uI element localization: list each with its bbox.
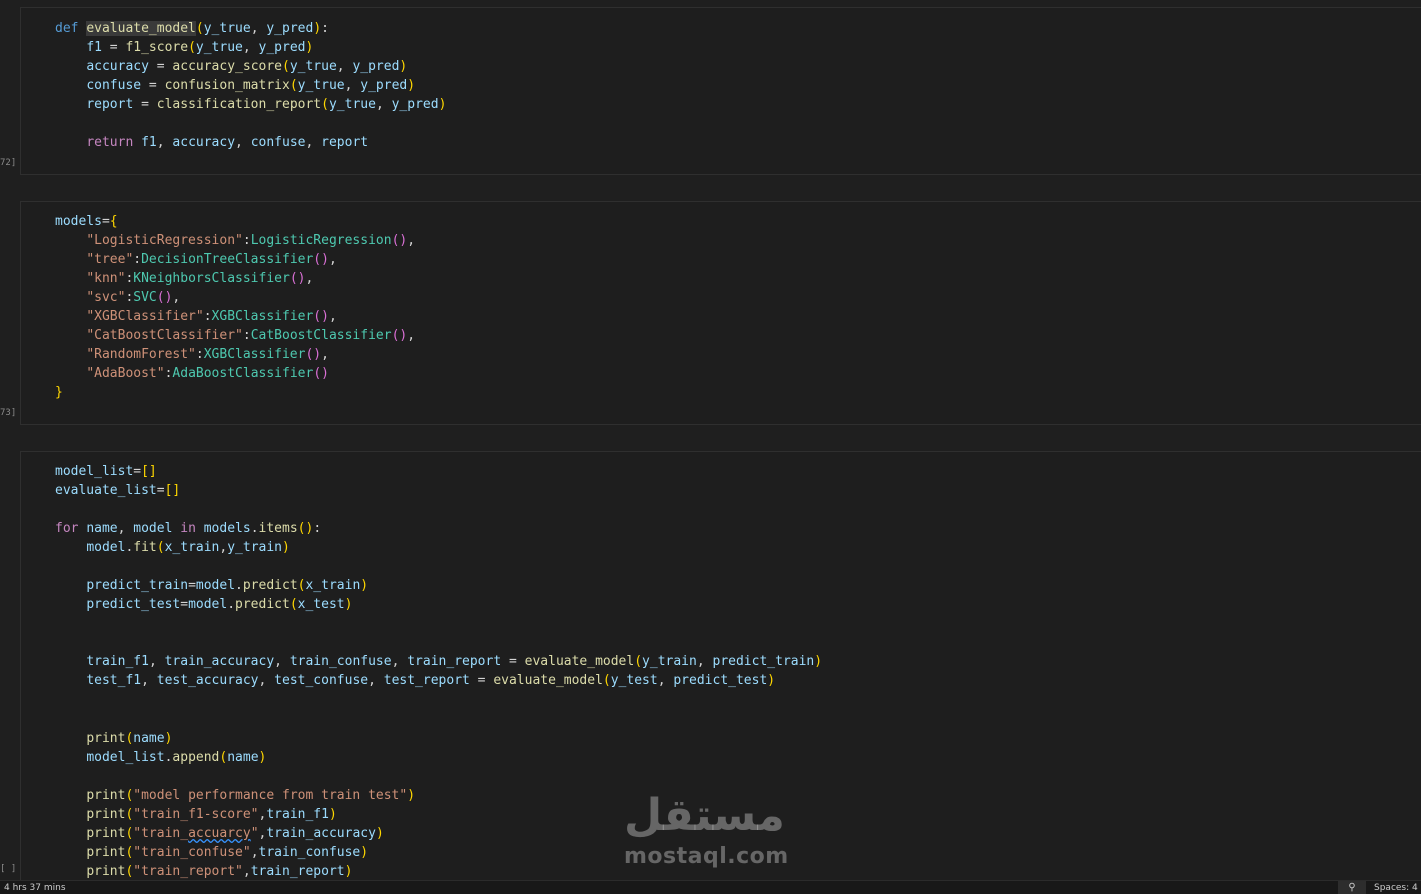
code-line: print("train_report",train_report) [86, 864, 353, 879]
code-line: "RandomForest":XGBClassifier(), [86, 347, 329, 362]
indentation-status[interactable]: Spaces: 4 [1374, 883, 1418, 893]
code-line: predict_test=model.predict(x_test) [86, 597, 353, 612]
execution-count: 73] [0, 408, 17, 418]
code-line: report = classification_report(y_true, y… [86, 97, 447, 112]
execution-count: [ ] [0, 864, 17, 874]
code-editor[interactable]: model_list=[] evaluate_list=[] for name,… [55, 462, 1421, 879]
code-line: confuse = confusion_matrix(y_true, y_pre… [86, 78, 416, 93]
code-line: "XGBClassifier":XGBClassifier(), [86, 309, 337, 324]
code-line: evaluate_list=[] [55, 483, 181, 498]
code-line: test_f1, test_accuracy, test_confuse, te… [86, 673, 776, 688]
code-line: "knn":KNeighborsClassifier(), [86, 271, 314, 286]
watermark-arabic: مستقل [624, 790, 785, 841]
execution-count: 72] [0, 158, 17, 168]
code-line: train_f1, train_accuracy, train_confuse,… [86, 654, 823, 669]
code-line: models={ [55, 214, 118, 229]
mostaql-watermark: مستقل mostaql.com [622, 790, 802, 880]
code-cell-evaluate-model[interactable]: def evaluate_model(y_true, y_pred): f1 =… [20, 7, 1421, 175]
code-cell-models-dict[interactable]: models={ "LogisticRegression":LogisticRe… [20, 201, 1421, 425]
code-editor[interactable]: def evaluate_model(y_true, y_pred): f1 =… [55, 19, 1421, 150]
session-duration[interactable]: 4 hrs 37 mins [4, 883, 66, 893]
code-line: f1 = f1_score(y_true, y_pred) [86, 40, 314, 55]
status-bar: 4 hrs 37 mins ⚲ Spaces: 4 [0, 880, 1421, 894]
code-line: "tree":DecisionTreeClassifier(), [86, 252, 337, 267]
code-line: def evaluate_model(y_true, y_pred): [55, 21, 329, 36]
code-line: model_list=[] [55, 464, 157, 479]
code-line: } [55, 385, 63, 400]
code-editor[interactable]: models={ "LogisticRegression":LogisticRe… [55, 212, 1421, 400]
code-line: return f1, accuracy, confuse, report [86, 135, 369, 150]
code-line: "svc":SVC(), [86, 290, 181, 305]
code-line: "LogisticRegression":LogisticRegression(… [86, 233, 416, 248]
code-line: model_list.append(name) [86, 750, 267, 765]
code-line: print("train_accuarcy",train_accuracy) [86, 826, 384, 841]
watermark-latin: mostaql.com [624, 844, 789, 869]
zoom-icon[interactable]: ⚲ [1338, 881, 1366, 894]
code-line: predict_train=model.predict(x_train) [86, 578, 369, 593]
code-line: "CatBoostClassifier":CatBoostClassifier(… [86, 328, 416, 343]
code-line: for name, model in models.items(): [55, 521, 322, 536]
code-line: print("train_confuse",train_confuse) [86, 845, 369, 860]
code-line: "AdaBoost":AdaBoostClassifier() [86, 366, 329, 381]
code-line: print("model performance from train test… [86, 788, 416, 803]
code-line: accuracy = accuracy_score(y_true, y_pred… [86, 59, 408, 74]
code-line: model.fit(x_train,y_train) [86, 540, 290, 555]
code-line: print("train_f1-score",train_f1) [86, 807, 337, 822]
code-line: print(name) [86, 731, 173, 746]
